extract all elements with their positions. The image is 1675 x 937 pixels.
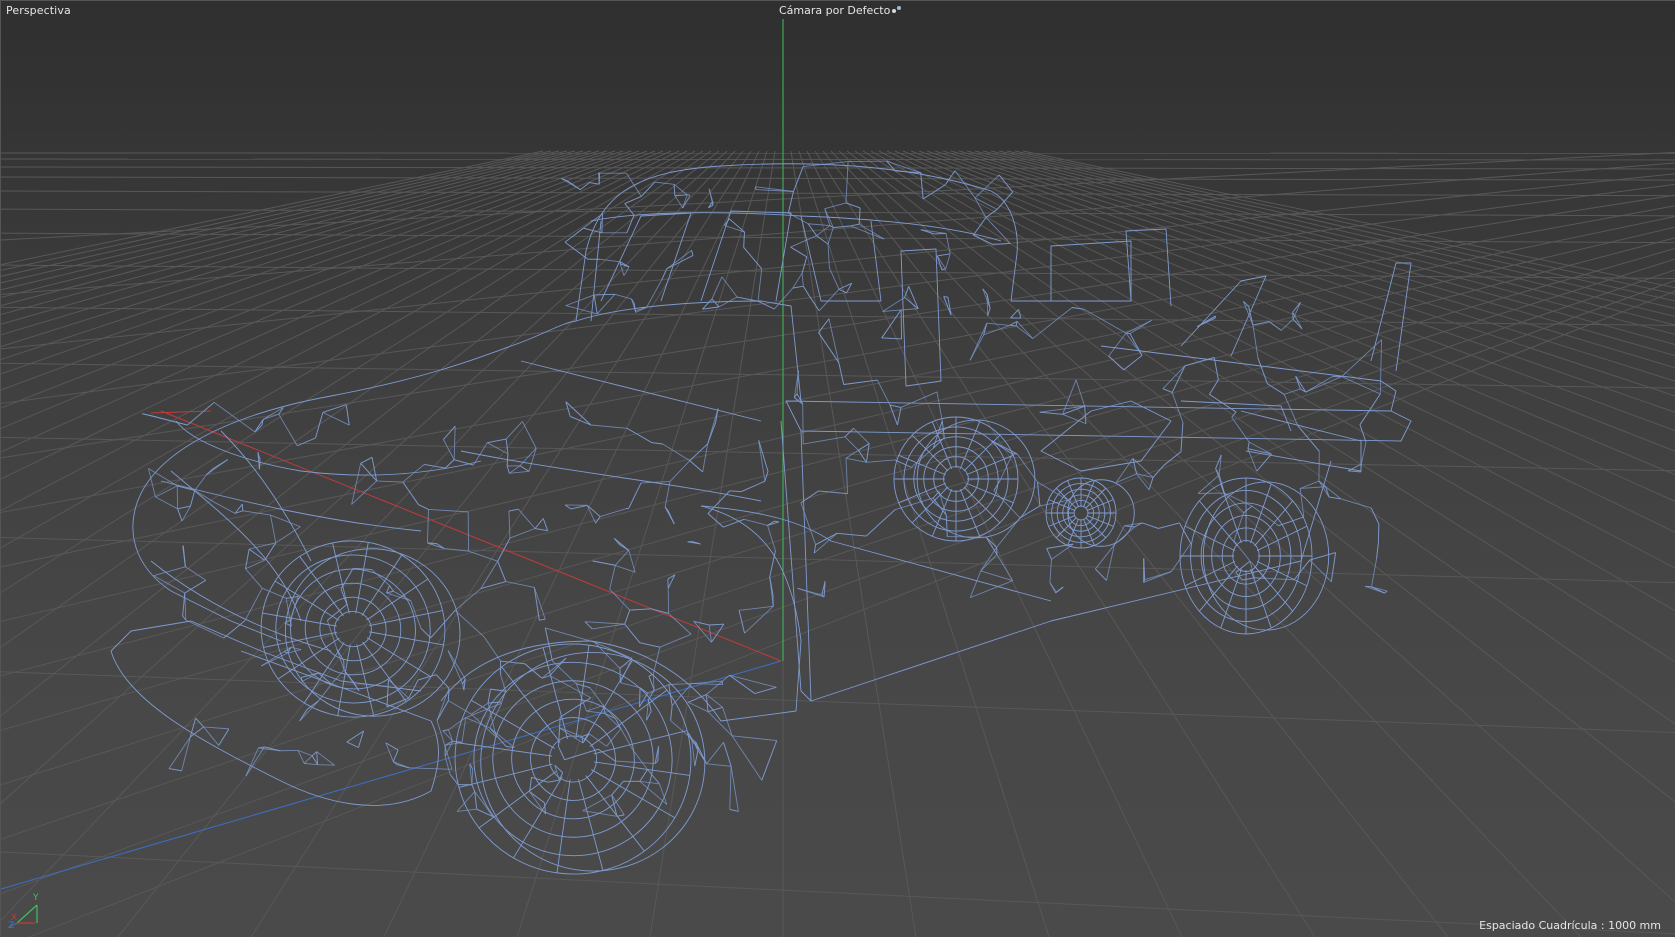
3d-viewport[interactable]: Perspectiva Cámara por Defecto Espaciado… — [0, 0, 1675, 937]
gizmo-y-label: Y — [33, 893, 39, 903]
camera-settings-icon[interactable] — [892, 6, 902, 15]
camera-name-label: Cámara por Defecto — [779, 4, 891, 17]
camera-menu[interactable]: Cámara por Defecto — [779, 4, 902, 17]
view-name-label[interactable]: Perspectiva — [6, 4, 71, 17]
gizmo-z-label: Z — [8, 921, 15, 931]
grid-spacing-label: Espaciado Cuadrícula : 1000 mm — [1479, 919, 1661, 932]
scene-canvas[interactable] — [1, 1, 1675, 937]
world-axis-z — [1, 660, 782, 890]
axis-orientation-gizmo: Y X Z — [7, 891, 47, 931]
